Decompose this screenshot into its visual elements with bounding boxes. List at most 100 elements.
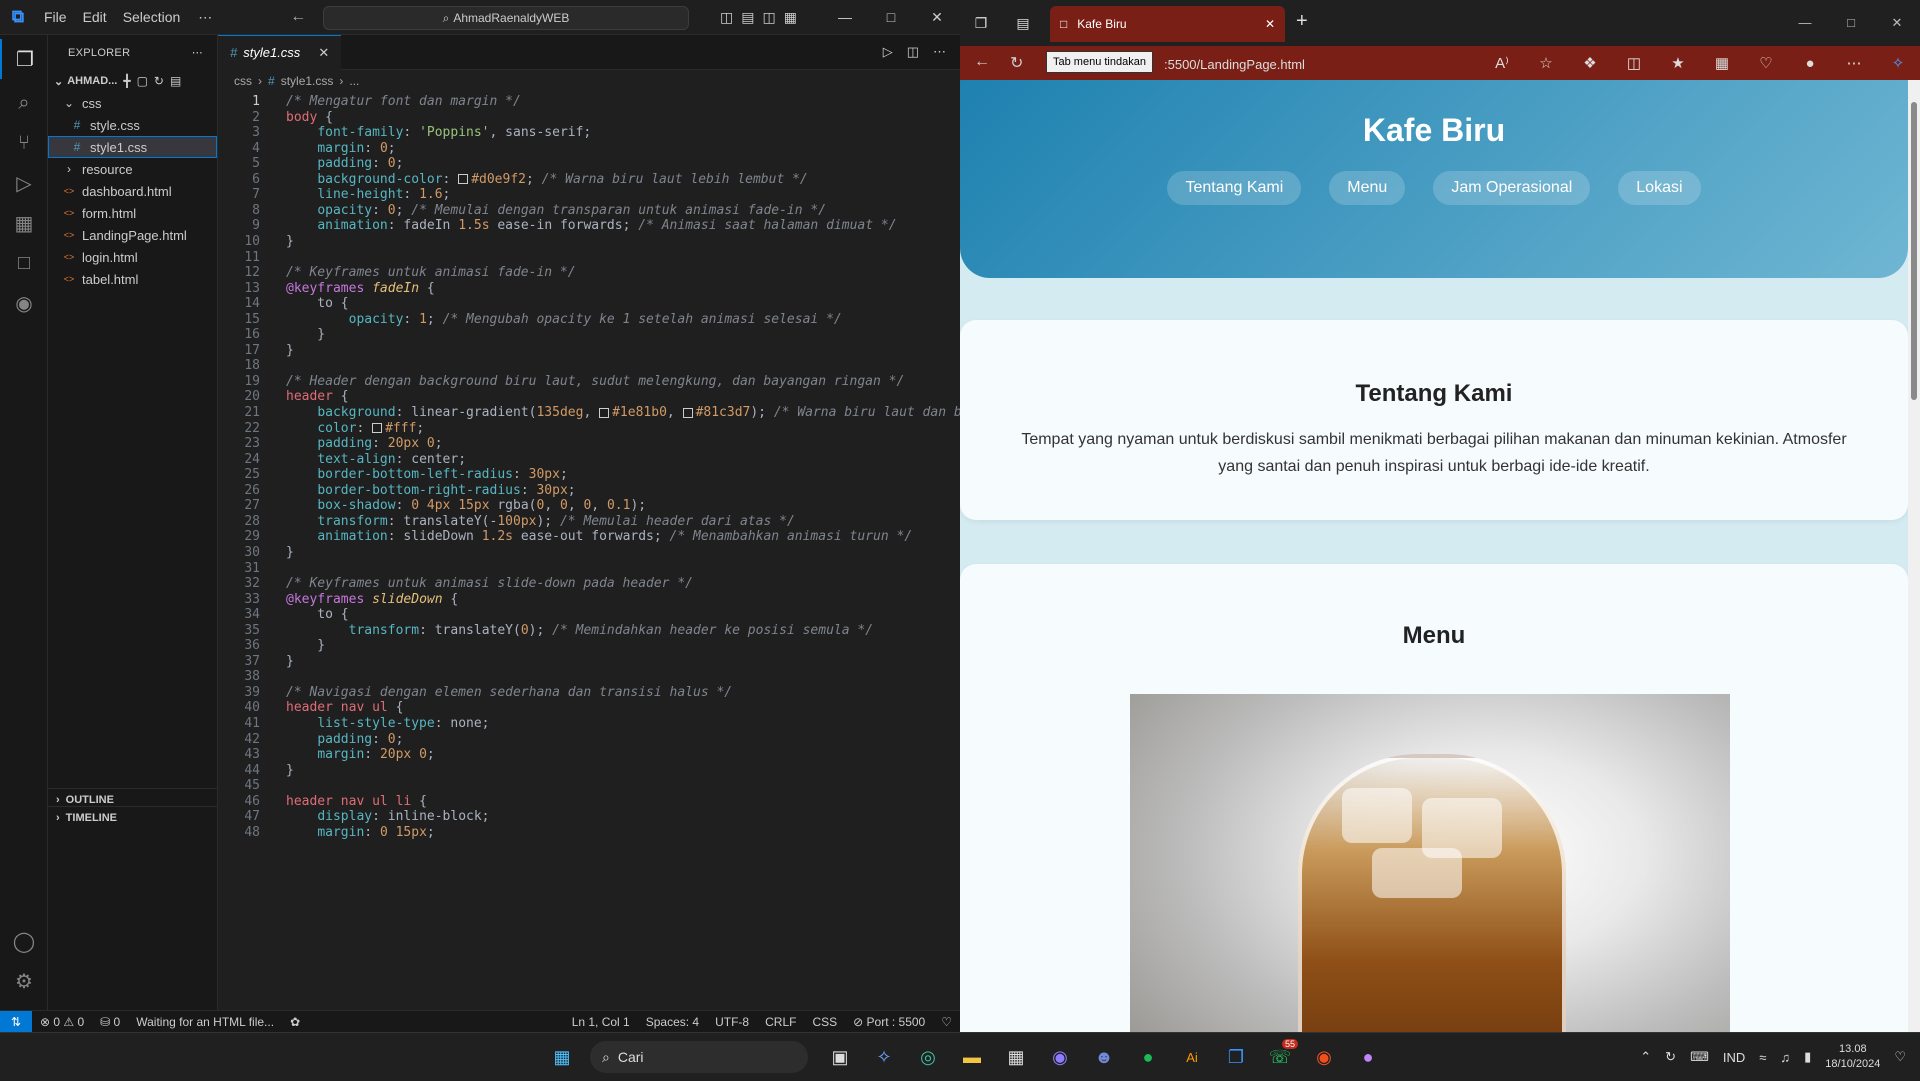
back-arrow-icon[interactable]: ← [282,8,314,26]
battery-icon[interactable]: ▮ [1804,1049,1811,1065]
taskbar-search[interactable]: ⌕ Cari [590,1041,808,1073]
toggle-secondary-sidebar-icon[interactable]: ◫ [762,9,775,26]
vscode-taskbar-icon[interactable]: ❐ [1214,1037,1258,1077]
live-server-port[interactable]: ⊘ Port : 5500 [845,1015,933,1029]
menu-selection[interactable]: Selection [115,9,189,25]
copilot-icon[interactable]: ✧ [1876,54,1920,72]
chevron-up-icon[interactable]: ⌃ [1640,1049,1651,1065]
ports-status[interactable]: ⛁ 0 [92,1015,128,1029]
new-file-icon[interactable]: ╋ [123,74,130,88]
browser-essentials-icon[interactable]: ♡ [1744,54,1788,72]
extensions-icon[interactable]: ▦ [0,203,48,243]
breadcrumb-symbol[interactable]: ... [349,74,359,88]
python-icon[interactable]: ◉ [0,283,48,323]
close-tab-icon[interactable]: ✕ [318,45,329,61]
language-mode[interactable]: CSS [804,1015,845,1029]
illustrator-icon[interactable]: Ai [1170,1037,1214,1077]
keyboard-icon[interactable]: ⌨ [1690,1049,1709,1065]
command-center-search[interactable]: ⌕ AhmadRaenaldyWEB [323,6,689,30]
nav-menu[interactable]: Menu [1329,171,1406,205]
split-screen-icon[interactable]: ◫ [1612,54,1656,72]
breadcrumb-folder[interactable]: css [234,74,252,88]
tree-item[interactable]: <> form.html [48,202,217,224]
new-folder-icon[interactable]: ▢ [137,74,148,88]
nav-lokasi[interactable]: Lokasi [1618,171,1701,205]
more-actions-icon[interactable]: ⋯ [933,44,946,60]
tree-item[interactable]: <> dashboard.html [48,180,217,202]
cursor-position[interactable]: Ln 1, Col 1 [564,1015,638,1029]
game-icon[interactable]: ◉ [1038,1037,1082,1077]
accounts-icon[interactable]: ◯ [0,921,48,961]
remote-indicator-icon[interactable]: ⇅ [0,1010,32,1032]
discord-icon[interactable]: ☻ [1082,1037,1126,1077]
toggle-panel-icon[interactable]: ▤ [741,9,754,26]
whatsapp-icon[interactable]: ☏ 55 [1258,1037,1302,1077]
source-control-icon[interactable]: ⑂ [0,123,48,163]
nav-tentang-kami[interactable]: Tentang Kami [1167,171,1302,205]
toggle-sidebar-icon[interactable]: ◫ [720,9,733,26]
figma-icon[interactable]: ◉ [1302,1037,1346,1077]
search-activity-icon[interactable]: ⌕ [0,83,48,123]
scrollbar-thumb[interactable] [1911,102,1917,400]
run-debug-icon[interactable]: ▷ [0,163,48,203]
sync-icon[interactable]: ↻ [1665,1049,1676,1065]
tab-style1-css[interactable]: # style1.css ✕ [218,34,342,70]
run-icon[interactable]: ▷ [883,44,893,60]
clock[interactable]: 13.08 18/10/2024 [1825,1042,1880,1072]
file-explorer-icon[interactable]: ▬ [950,1037,994,1077]
timeline-section[interactable]: › TIMELINE [48,806,218,828]
language-indicator[interactable]: IND [1723,1050,1745,1065]
tree-item[interactable]: › resource [48,158,217,180]
code-editor[interactable]: 1/* Mengatur font dan margin */2 body {3 … [218,92,960,1010]
minimize-icon[interactable]: — [1782,0,1828,46]
favorites-icon[interactable]: ★ [1656,54,1700,72]
github-icon[interactable]: ● [1346,1037,1390,1077]
tree-item[interactable]: # style1.css [48,136,217,158]
close-icon[interactable]: ✕ [914,0,960,35]
store-icon[interactable]: ▦ [994,1037,1038,1077]
problems-status[interactable]: ⊗ 0 ⚠ 0 [32,1015,92,1029]
collapse-all-icon[interactable]: ▤ [170,74,181,88]
start-windows-icon[interactable]: ▦ [540,1037,584,1077]
maximize-icon[interactable]: □ [868,0,914,35]
project-root[interactable]: ⌄ AHMAD... ╋ ▢ ↻ ▤ [48,70,217,92]
encoding[interactable]: UTF-8 [707,1015,757,1029]
menu-more-icon[interactable]: ⋯ [188,9,222,26]
notifications-bell-icon[interactable]: ♡ [933,1015,960,1029]
browser-tab[interactable]: □ Kafe Biru ✕ [1050,6,1285,42]
menu-file[interactable]: File [36,9,75,25]
workspaces-icon[interactable]: ❐ [960,15,1002,32]
task-view-icon[interactable]: ▣ [818,1037,862,1077]
tree-item[interactable]: <> LandingPage.html [48,224,217,246]
back-arrow-icon[interactable]: ← [974,53,990,71]
indentation[interactable]: Spaces: 4 [638,1015,707,1029]
menu-edit[interactable]: Edit [75,9,115,25]
pin-icon[interactable]: ✿ [282,1015,308,1029]
tree-item[interactable]: <> tabel.html [48,268,217,290]
tree-item[interactable]: ⌄ css [48,92,217,114]
close-icon[interactable]: ✕ [1874,0,1920,46]
copilot-icon[interactable]: ✧ [862,1037,906,1077]
refresh-icon[interactable]: ↻ [1010,53,1023,73]
refresh-icon[interactable]: ↻ [154,74,164,88]
new-tab-icon[interactable]: + [1296,10,1308,33]
nav-jam-operasional[interactable]: Jam Operasional [1433,171,1591,205]
breadcrumb-file[interactable]: style1.css [281,74,334,88]
minimize-icon[interactable]: — [822,0,868,35]
profile-avatar-icon[interactable]: ● [1788,55,1832,72]
volume-icon[interactable]: ♫ [1780,1050,1790,1065]
page-scrollbar[interactable] [1908,80,1920,1032]
explorer-icon[interactable]: ❐ [0,39,48,79]
line-ending[interactable]: CRLF [757,1015,804,1029]
manage-gear-icon[interactable]: ⚙ [0,961,48,1001]
remote-explorer-icon[interactable]: □ [0,243,48,283]
collections-icon[interactable]: ▦ [1700,54,1744,72]
favorite-star-icon[interactable]: ☆ [1524,54,1568,72]
tree-item[interactable]: # style.css [48,114,217,136]
close-tab-icon[interactable]: ✕ [1265,17,1275,31]
read-aloud-icon[interactable]: A⁾ [1480,54,1524,72]
tab-actions-icon[interactable]: ▤ [1002,15,1044,32]
notification-bell-icon[interactable]: ♡ [1894,1049,1906,1065]
tree-item[interactable]: <> login.html [48,246,217,268]
spotify-icon[interactable]: ● [1126,1037,1170,1077]
